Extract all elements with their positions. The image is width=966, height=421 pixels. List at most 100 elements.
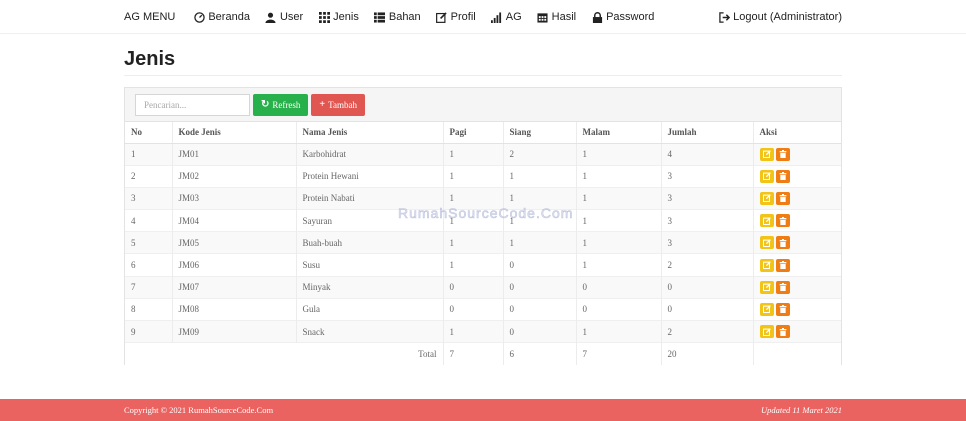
edit-button[interactable]	[759, 258, 774, 272]
table-cell: 0	[576, 297, 662, 321]
logout-label: Logout (Administrator)	[733, 11, 842, 23]
total-empty	[753, 342, 841, 365]
delete-button[interactable]	[775, 280, 790, 294]
table-cell: 1	[443, 209, 504, 232]
delete-button[interactable]	[775, 236, 790, 250]
col-header: Aksi	[753, 122, 841, 144]
plus-icon: +	[319, 99, 326, 110]
table-cell: Snack	[296, 319, 444, 343]
jenis-panel: ↻ Refresh + Tambah No Kode Jenis Nama Je…	[124, 87, 842, 365]
nav-item-jenis[interactable]: Jenis	[318, 11, 359, 23]
table-cell: 1	[576, 209, 662, 232]
user-icon	[265, 11, 277, 23]
delete-button[interactable]	[775, 302, 790, 316]
nav-item-ag[interactable]: AG	[491, 11, 522, 23]
trash-icon	[779, 238, 786, 247]
delete-button[interactable]	[775, 191, 790, 205]
action-cell	[753, 164, 841, 188]
table-cell: 1	[503, 164, 577, 188]
table-row: 5 JM05 Buah-buah 1 1 1 3	[125, 231, 841, 254]
table-cell: 1	[576, 186, 662, 210]
edit-icon	[762, 239, 771, 247]
table-cell: 9	[125, 319, 173, 343]
edit-button[interactable]	[759, 214, 774, 228]
table-cell: JM04	[172, 209, 297, 232]
total-siang: 6	[503, 342, 577, 365]
edit-button[interactable]	[759, 302, 774, 316]
delete-button[interactable]	[775, 258, 790, 272]
col-header[interactable]: Malam	[576, 122, 662, 144]
col-header[interactable]: Siang	[503, 122, 577, 144]
nav-label: Password	[606, 11, 655, 23]
col-header[interactable]: Jumlah	[661, 122, 754, 144]
table-cell: 7	[125, 275, 173, 299]
table-cell: 1	[503, 231, 577, 254]
jenis-table: No Kode Jenis Nama Jenis Pagi Siang Mala…	[125, 122, 841, 365]
search-input[interactable]	[135, 93, 250, 116]
trash-icon	[779, 261, 786, 270]
nav-item-beranda[interactable]: Beranda	[193, 11, 250, 23]
brand[interactable]: AG MENU	[124, 11, 175, 23]
table-cell: Karbohidrat	[296, 142, 444, 166]
table-cell: 2	[661, 253, 754, 277]
nav-item-password[interactable]: Password	[591, 11, 654, 23]
trash-icon	[779, 305, 786, 314]
table-header-row: No Kode Jenis Nama Jenis Pagi Siang Mala…	[125, 122, 841, 144]
table-cell: 1	[443, 231, 504, 254]
nav-label: Bahan	[388, 11, 421, 23]
table-cell: 0	[503, 319, 577, 343]
nav-item-profil[interactable]: Profil	[436, 11, 476, 23]
total-row: Total 7 6 7 20	[125, 342, 841, 365]
edit-button[interactable]	[759, 236, 774, 250]
nav-label: Jenis	[333, 11, 359, 23]
table-cell: JM05	[172, 231, 297, 254]
delete-button[interactable]	[775, 147, 790, 161]
col-header[interactable]: Nama Jenis	[296, 122, 444, 144]
delete-button[interactable]	[775, 325, 790, 339]
table-cell: 0	[503, 275, 577, 299]
trash-icon	[779, 150, 786, 159]
table-cell: 1	[503, 209, 577, 232]
trash-icon	[779, 283, 786, 292]
action-cell	[753, 186, 841, 210]
table-cell: 0	[443, 297, 504, 321]
edit-button[interactable]	[759, 169, 774, 183]
total-jumlah: 20	[661, 342, 754, 365]
action-cell	[753, 297, 841, 321]
table-cell: JM03	[172, 186, 297, 210]
delete-button[interactable]	[775, 214, 790, 228]
add-button[interactable]: + Tambah	[311, 93, 365, 116]
edit-icon	[436, 11, 448, 23]
table-cell: Protein Nabati	[296, 186, 444, 210]
refresh-button[interactable]: ↻ Refresh	[253, 93, 309, 116]
edit-icon	[762, 261, 771, 270]
calendar-icon	[537, 11, 549, 23]
col-header[interactable]: Kode Jenis	[172, 122, 297, 144]
edit-button[interactable]	[759, 280, 774, 294]
edit-button[interactable]	[759, 325, 774, 339]
table-row: 4 JM04 Sayuran 1 1 1 3	[125, 209, 841, 232]
nav-item-user[interactable]: User	[265, 11, 303, 23]
delete-button[interactable]	[775, 169, 790, 183]
table-cell: 1	[443, 319, 504, 343]
col-header[interactable]: No	[125, 122, 173, 144]
table-cell: 3	[125, 186, 173, 210]
table-cell: 1	[576, 142, 662, 166]
edit-button[interactable]	[759, 191, 774, 205]
nav-label: User	[279, 11, 304, 23]
nav-label: Profil	[450, 11, 476, 23]
col-header[interactable]: Pagi	[443, 122, 504, 144]
nav-item-bahan[interactable]: Bahan	[374, 11, 421, 23]
logout-link[interactable]: Logout (Administrator)	[718, 11, 842, 23]
nav-item-hasil[interactable]: Hasil	[537, 11, 576, 23]
copyright-text: Copyright © 2021 RumahSourceCode.Com	[124, 405, 274, 415]
table-cell: 8	[125, 297, 173, 321]
table-cell: 1	[576, 253, 662, 277]
table-cell: 1	[443, 164, 504, 188]
signal-icon	[491, 11, 503, 23]
table-cell: 4	[661, 142, 754, 166]
page-title: Jenis	[124, 48, 176, 70]
edit-button[interactable]	[759, 147, 774, 161]
table-cell: JM09	[172, 319, 297, 343]
action-cell	[753, 209, 841, 232]
